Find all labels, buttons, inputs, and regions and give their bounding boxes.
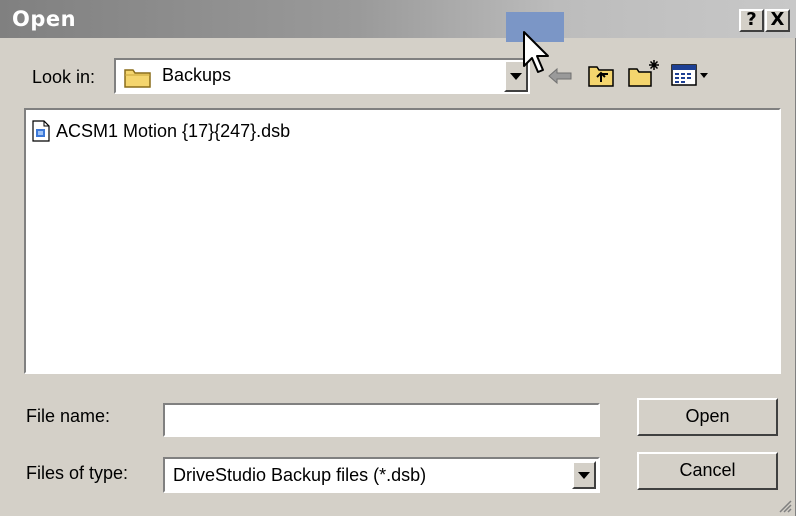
cancel-button[interactable]: Cancel [637,452,778,490]
list-item[interactable]: ACSM1 Motion {17}{247}.dsb [32,118,290,144]
look-in-label: Look in: [32,67,96,87]
folder-icon [124,69,151,88]
title-bar[interactable]: Open ? X [0,0,796,42]
file-type-dropdown-button[interactable] [572,461,596,489]
help-button[interactable]: ? [739,9,764,32]
new-folder-icon[interactable] [626,58,662,88]
file-type-combobox[interactable]: DriveStudio Backup files (*.dsb) [163,457,600,493]
file-name: ACSM1 Motion {17}{247}.dsb [56,120,291,141]
up-folder-icon[interactable] [586,62,616,88]
chevron-down-icon [510,73,522,80]
view-menu-icon[interactable] [670,62,710,88]
look-in-value: Backups [162,65,232,85]
file-type-value: DriveStudio Backup files (*.dsb) [173,465,427,485]
close-button[interactable]: X [765,9,790,32]
chevron-down-icon [578,472,590,479]
dsb-file-icon [32,120,50,142]
file-type-label: Files of type: [26,463,129,483]
open-button[interactable]: Open [637,398,778,436]
file-list[interactable]: ACSM1 Motion {17}{247}.dsb [24,108,781,374]
window-title: Open [12,7,77,31]
look-in-combobox[interactable]: Backups [114,58,530,94]
mouse-cursor-icon [523,31,549,73]
file-name-input[interactable] [163,403,600,437]
file-name-label: File name: [26,406,111,426]
resize-grip-icon[interactable] [778,499,792,513]
open-dialog: Open ? X Look in: Backups ACSM1 Motion {… [0,0,796,516]
